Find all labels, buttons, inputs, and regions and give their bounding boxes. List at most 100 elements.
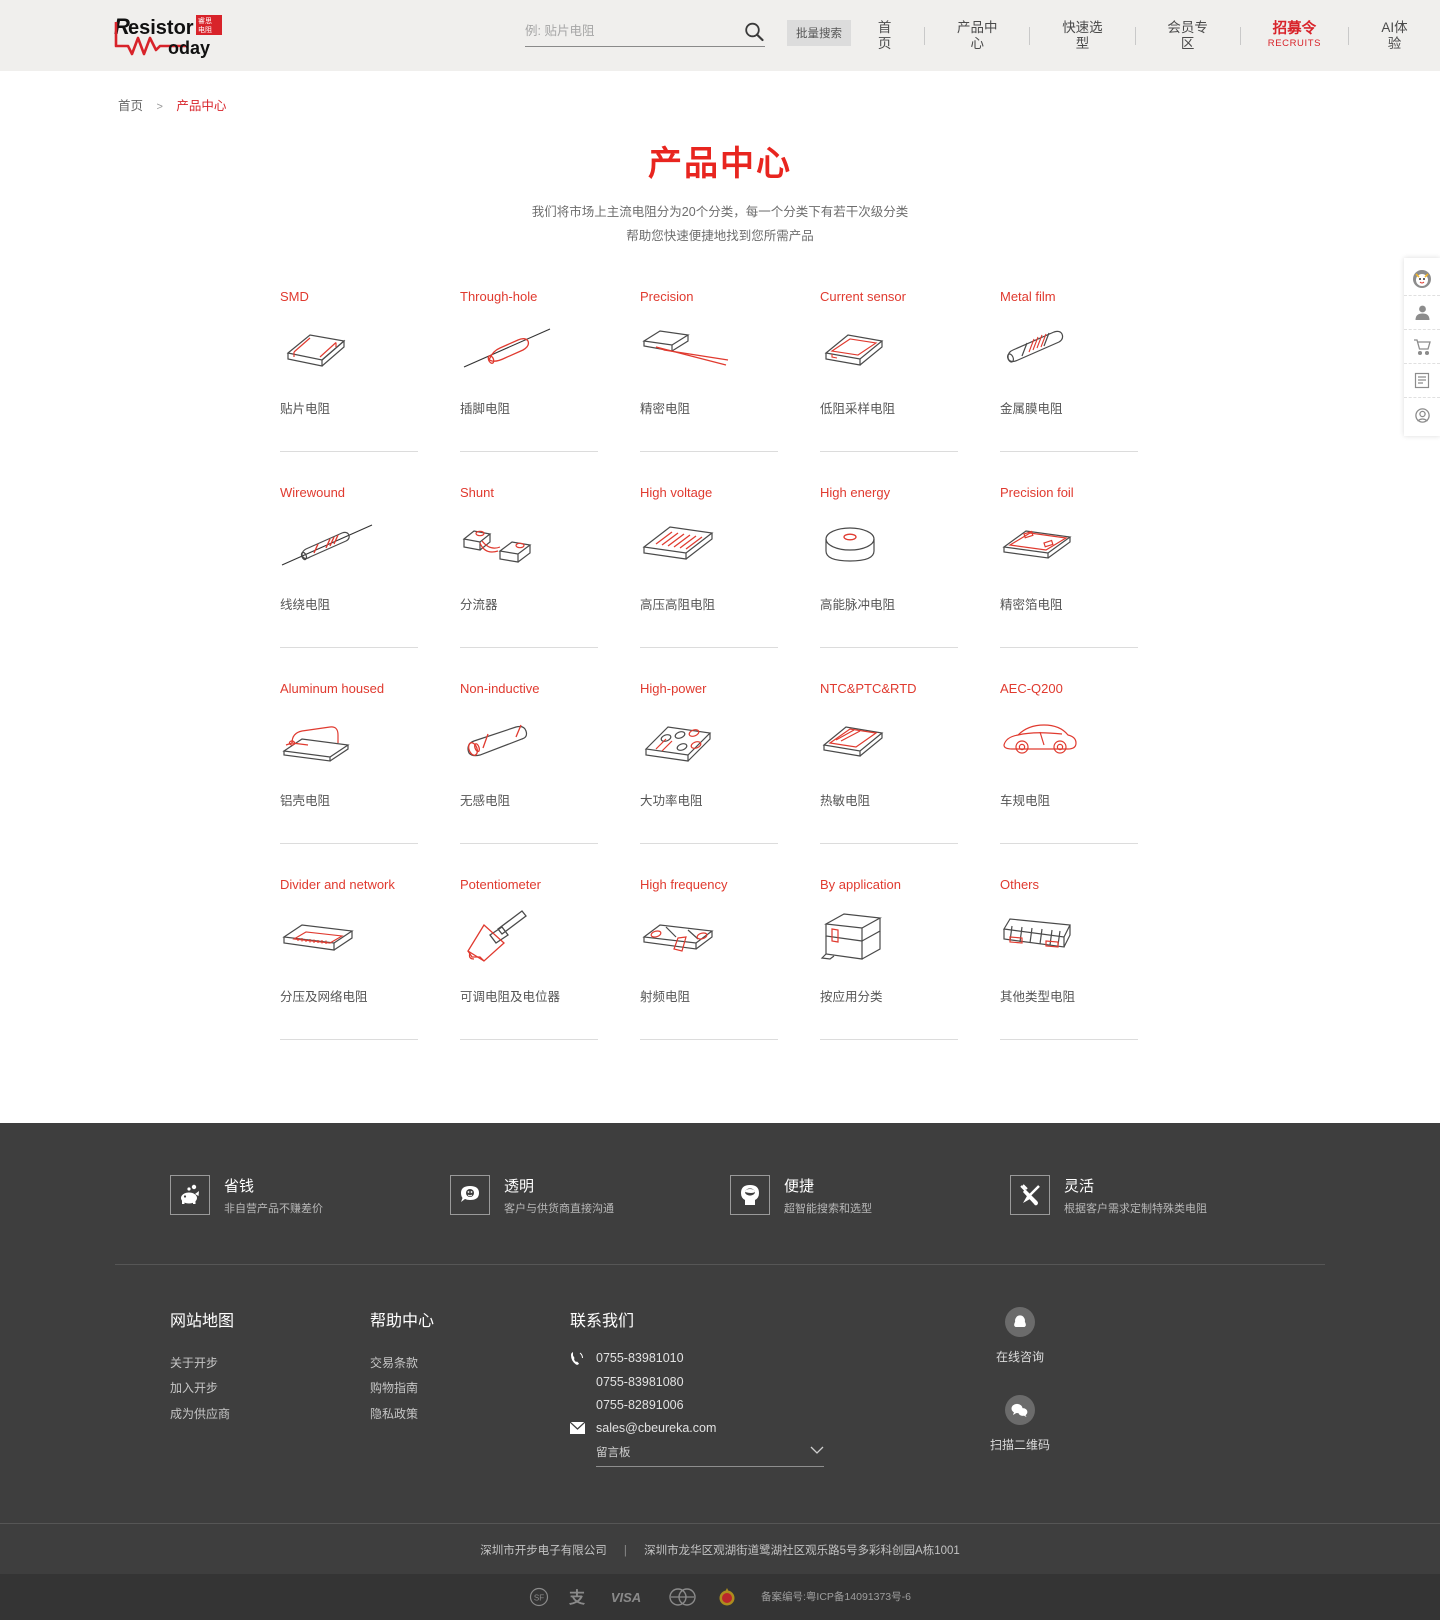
search-box[interactable] bbox=[525, 21, 765, 47]
footer-features: 省钱 非自营产品不赚差价 透明 客户与供货商直接沟通 便捷 超智能搜索和选型 灵… bbox=[170, 1175, 1270, 1264]
card-divider bbox=[460, 646, 598, 648]
company-name: 深圳市开步电子有限公司 bbox=[480, 1544, 607, 1557]
product-card-divider-network[interactable]: Divider and network 分压及网络电阻 bbox=[280, 877, 460, 1073]
product-card-current-sensor[interactable]: Current sensor 低阻采样电阻 bbox=[820, 289, 1000, 485]
product-title: Divider and network bbox=[280, 876, 395, 892]
product-card-high-power[interactable]: High-power 大功率电阻 bbox=[640, 681, 820, 877]
product-label: 高能脉冲电阻 bbox=[820, 597, 896, 612]
footer-bottom-bar: SF 支 VISA 备案编号:粤ICP备14091373号-6 bbox=[0, 1573, 1440, 1620]
svg-text:VISA: VISA bbox=[611, 1590, 641, 1605]
page-subtitle-line1: 我们将市场上主流电阻分为20个分类，每一个分类下有若干次级分类 bbox=[531, 205, 909, 219]
piggy-bank-icon bbox=[170, 1175, 210, 1215]
product-grid: SMD 贴片电阻 Through-hole 插脚电阻 Precision 精密电… bbox=[280, 289, 1160, 1073]
breadcrumb: 首页 > 产品中心 bbox=[118, 71, 1440, 114]
product-card-non-inductive[interactable]: Non-inductive 无感电阻 bbox=[460, 681, 640, 877]
product-title: NTC&PTC&RTD bbox=[820, 680, 917, 696]
product-title: Metal film bbox=[1000, 288, 1056, 304]
breadcrumb-home[interactable]: 首页 bbox=[118, 99, 143, 113]
message-board-value: 留言板 bbox=[596, 1446, 631, 1459]
product-card-wirewound[interactable]: Wirewound 线绕电阻 bbox=[280, 485, 460, 681]
card-divider bbox=[1000, 1038, 1138, 1040]
online-consult[interactable]: 在线咨询 bbox=[995, 1306, 1044, 1365]
product-title: Non-inductive bbox=[460, 680, 540, 696]
batch-search-button[interactable]: 批量搜索 bbox=[787, 20, 851, 46]
card-divider bbox=[280, 450, 418, 452]
nav-item-member[interactable]: 会员专区 bbox=[1136, 20, 1240, 51]
page-title: 产品中心 bbox=[648, 145, 792, 183]
product-card-high-frequency[interactable]: High frequency 射频电阻 bbox=[640, 877, 820, 1073]
sf-icon: SF bbox=[529, 1587, 549, 1607]
list-icon[interactable] bbox=[1404, 364, 1440, 398]
product-card-potentiometer[interactable]: Potentiometer 可调电阻及电位器 bbox=[460, 877, 640, 1073]
nav-item-home[interactable]: 首页 bbox=[845, 20, 924, 51]
search-icon[interactable] bbox=[743, 21, 765, 43]
breadcrumb-separator: > bbox=[156, 101, 163, 113]
product-card-high-voltage[interactable]: High voltage 高压高阻电阻 bbox=[640, 485, 820, 681]
card-divider bbox=[280, 1038, 418, 1040]
footer-link-about[interactable]: 关于开步 bbox=[170, 1351, 370, 1377]
contact-phone-1: 0755-83981010 bbox=[596, 1351, 684, 1365]
product-label: 可调电阻及电位器 bbox=[460, 989, 561, 1004]
wechat-icon[interactable] bbox=[1004, 1394, 1035, 1425]
product-title: AEC-Q200 bbox=[1000, 680, 1063, 696]
non-inductive-icon bbox=[460, 706, 640, 778]
site-header: R esistor 睿思 电阻 oday 批量搜索 首页 产品中心 快速选型 bbox=[0, 0, 1440, 71]
search-input[interactable] bbox=[525, 24, 725, 38]
product-card-metal-film[interactable]: Metal film 金属膜电阻 bbox=[1000, 289, 1180, 485]
footer-link-privacy[interactable]: 隐私政策 bbox=[370, 1402, 570, 1428]
icp-text: 备案编号:粤ICP备14091373号-6 bbox=[761, 1591, 911, 1603]
precision-chip-icon bbox=[640, 314, 820, 386]
qr-label: 在线咨询 bbox=[995, 1349, 1044, 1364]
product-label: 无感电阻 bbox=[460, 793, 511, 808]
footer-link-terms[interactable]: 交易条款 bbox=[370, 1351, 570, 1377]
product-label: 高压高阻电阻 bbox=[640, 597, 716, 612]
mascot-icon[interactable] bbox=[1404, 262, 1440, 296]
product-card-thermistor[interactable]: NTC&PTC&RTD 热敏电阻 bbox=[820, 681, 1000, 877]
product-card-by-application[interactable]: By application 按应用分类 bbox=[820, 877, 1000, 1073]
product-label: 金属膜电阻 bbox=[1000, 401, 1063, 416]
scan-qr[interactable]: 扫描二维码 bbox=[990, 1394, 1050, 1453]
site-logo[interactable]: R esistor 睿思 电阻 oday bbox=[112, 11, 242, 61]
product-card-precision[interactable]: Precision 精密电阻 bbox=[640, 289, 820, 485]
nav-item-quick-select[interactable]: 快速选型 bbox=[1030, 20, 1134, 51]
message-board-select[interactable]: 留言板 bbox=[596, 1444, 824, 1467]
service-icon[interactable] bbox=[1404, 398, 1440, 432]
nav-item-recruits-sub: RECRUITS bbox=[1267, 37, 1322, 49]
product-label: 射频电阻 bbox=[640, 989, 691, 1004]
product-card-aluminum-housed[interactable]: Aluminum housed 铝壳电阻 bbox=[280, 681, 460, 877]
product-title: Wirewound bbox=[280, 484, 346, 500]
product-card-shunt[interactable]: Shunt 分流器 bbox=[460, 485, 640, 681]
product-card-aec-q200[interactable]: AEC-Q200 车规电阻 bbox=[1000, 681, 1180, 877]
product-title: Potentiometer bbox=[460, 876, 541, 892]
product-title: High frequency bbox=[640, 876, 728, 892]
nav-item-products[interactable]: 产品中心 bbox=[925, 20, 1029, 51]
application-box-icon bbox=[820, 902, 1000, 974]
product-label: 车规电阻 bbox=[1000, 793, 1051, 808]
footer-link-shopping-guide[interactable]: 购物指南 bbox=[370, 1376, 570, 1402]
product-card-others[interactable]: Others 其他类型电阻 bbox=[1000, 877, 1180, 1073]
site-footer: 省钱 非自营产品不赚差价 透明 客户与供货商直接沟通 便捷 超智能搜索和选型 灵… bbox=[0, 1122, 1440, 1620]
footer-link-join[interactable]: 加入开步 bbox=[170, 1376, 370, 1402]
contact-email[interactable]: sales@cbeureka.com bbox=[596, 1421, 716, 1435]
nav-item-recruits[interactable]: 招募令 RECRUITS bbox=[1241, 21, 1348, 50]
footer-link-supplier[interactable]: 成为供应商 bbox=[170, 1402, 370, 1428]
nav-item-ai[interactable]: AI体验 bbox=[1349, 20, 1440, 51]
high-power-icon bbox=[640, 706, 820, 778]
product-card-smd[interactable]: SMD 贴片电阻 bbox=[280, 289, 460, 485]
product-card-precision-foil[interactable]: Precision foil 精密箔电阻 bbox=[1000, 485, 1180, 681]
page-head: 产品中心 我们将市场上主流电阻分为20个分类，每一个分类下有若干次级分类 帮助您… bbox=[0, 136, 1440, 249]
product-card-high-energy[interactable]: High energy 高能脉冲电阻 bbox=[820, 485, 1000, 681]
product-label: 插脚电阻 bbox=[460, 401, 511, 416]
product-card-through-hole[interactable]: Through-hole 插脚电阻 bbox=[460, 289, 640, 485]
chat-bubble-icon bbox=[450, 1175, 490, 1215]
user-icon[interactable] bbox=[1404, 296, 1440, 330]
police-badge-icon bbox=[717, 1587, 737, 1607]
network-array-icon bbox=[280, 902, 460, 974]
footer-qr: 在线咨询 扫描二维码 bbox=[890, 1306, 1150, 1483]
cart-icon[interactable] bbox=[1404, 330, 1440, 364]
feature-convenient: 便捷 超智能搜索和选型 bbox=[730, 1175, 990, 1216]
card-divider bbox=[820, 646, 958, 648]
search-area: 批量搜索 bbox=[525, 20, 851, 47]
qq-icon[interactable] bbox=[1004, 1306, 1035, 1337]
card-divider bbox=[640, 450, 778, 452]
